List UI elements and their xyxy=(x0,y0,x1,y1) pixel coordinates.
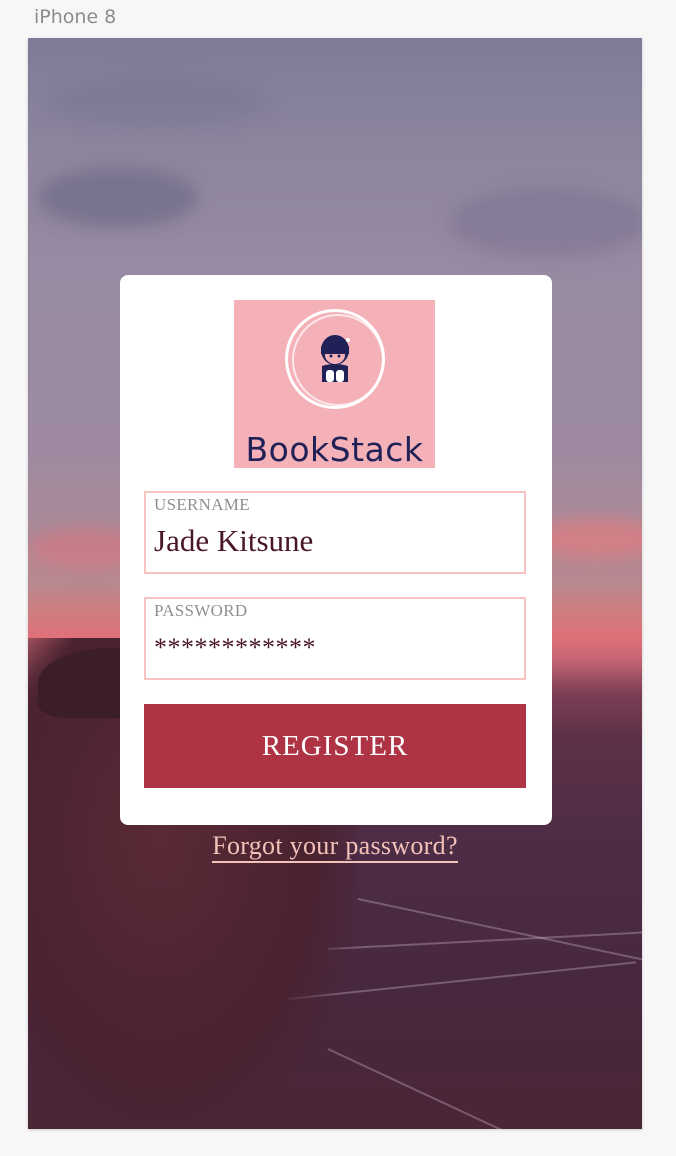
password-field[interactable]: PASSWORD ************ xyxy=(144,597,526,680)
username-value[interactable]: Jade Kitsune xyxy=(154,523,313,559)
phone-screen: BookStack USERNAME Jade Kitsune PASSWORD… xyxy=(28,38,642,1129)
username-label: USERNAME xyxy=(154,495,250,514)
register-button[interactable]: REGISTER xyxy=(144,704,526,788)
password-value[interactable]: ************ xyxy=(154,633,316,663)
logo-text: BookStack xyxy=(245,430,424,469)
login-card: BookStack USERNAME Jade Kitsune PASSWORD… xyxy=(120,275,552,825)
bookstack-logo: BookStack xyxy=(234,300,435,469)
artboard-label: iPhone 8 xyxy=(34,6,117,28)
forgot-password-link[interactable]: Forgot your password? xyxy=(212,831,458,863)
username-field[interactable]: USERNAME Jade Kitsune xyxy=(144,491,526,574)
password-label: PASSWORD xyxy=(154,601,248,620)
reading-girl-icon xyxy=(321,335,350,382)
forgot-password-container: Forgot your password? xyxy=(28,831,642,863)
